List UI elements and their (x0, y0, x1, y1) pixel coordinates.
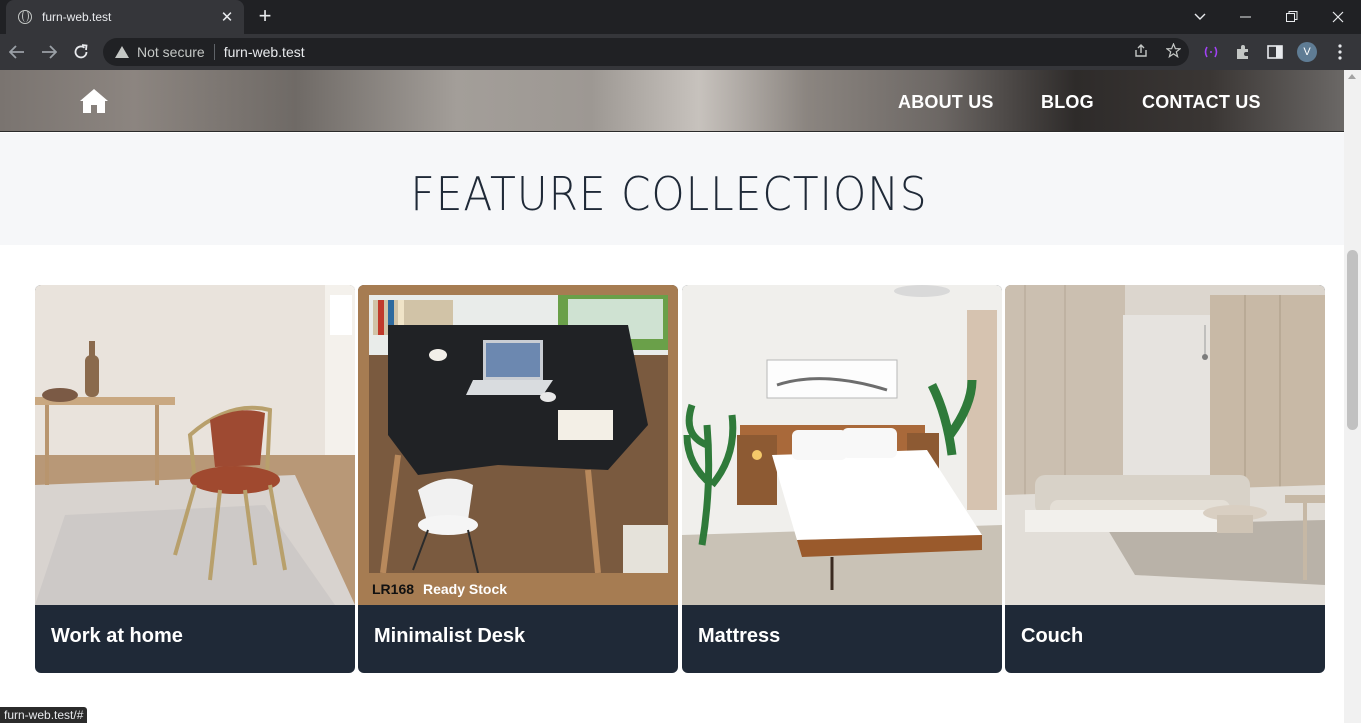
card-label[interactable]: Minimalist Desk (374, 625, 525, 648)
card-label[interactable]: Mattress (698, 625, 780, 648)
nav-blog[interactable]: BLOG (1041, 92, 1094, 113)
card-label[interactable]: Work at home (51, 625, 183, 648)
browser-tab[interactable]: furn-web.test ✕ (6, 0, 244, 34)
tab-close-icon[interactable]: ✕ (216, 8, 238, 26)
warning-icon (115, 46, 129, 58)
new-tab-button[interactable]: + (254, 4, 276, 30)
mattress-image (682, 285, 1002, 605)
scroll-thumb[interactable] (1347, 250, 1358, 430)
page-scrollbar[interactable] (1344, 70, 1361, 723)
page-viewport: ABOUT US BLOG CONTACT US FEATURE COLLECT… (0, 70, 1344, 723)
extensions-puzzle-icon[interactable] (1231, 40, 1255, 64)
reload-icon[interactable] (68, 39, 94, 65)
minimize-icon[interactable] (1223, 0, 1269, 34)
globe-icon (18, 10, 32, 24)
desk-badge-text: Ready Stock (423, 581, 507, 597)
close-window-icon[interactable] (1315, 0, 1361, 34)
collection-card-minimalist-desk[interactable]: LR168 Ready Stock Minimalist Desk (358, 285, 678, 673)
feature-section-header: FEATURE COLLECTIONS (0, 133, 1344, 245)
share-icon[interactable] (1125, 43, 1157, 61)
nav-contact-us[interactable]: CONTACT US (1142, 92, 1261, 113)
home-icon[interactable] (79, 88, 109, 114)
address-bar[interactable]: Not secure furn-web.test (103, 38, 1189, 66)
side-panel-icon[interactable] (1263, 40, 1287, 64)
work-at-home-image (35, 285, 355, 605)
browser-tab-bar: furn-web.test ✕ + (0, 0, 1361, 34)
url-text[interactable]: furn-web.test (224, 44, 1125, 60)
omnibox-divider (213, 44, 215, 60)
couch-image (1005, 285, 1325, 605)
restore-icon[interactable] (1269, 0, 1315, 34)
collection-card-mattress[interactable]: Mattress (682, 285, 1002, 673)
feature-title: FEATURE COLLECTIONS (410, 167, 928, 221)
profile-avatar[interactable]: V (1297, 42, 1317, 62)
site-header: ABOUT US BLOG CONTACT US (0, 70, 1344, 132)
tab-title: furn-web.test (42, 10, 112, 24)
extension-devtools-icon[interactable] (1199, 40, 1223, 64)
forward-icon[interactable] (36, 39, 62, 65)
tab-search-icon[interactable] (1177, 0, 1223, 34)
bookmark-star-icon[interactable] (1157, 42, 1189, 61)
link-status-tooltip: furn-web.test/# (0, 707, 88, 723)
collection-card-couch[interactable]: Couch (1005, 285, 1325, 673)
back-icon[interactable] (4, 39, 30, 65)
nav-about-us[interactable]: ABOUT US (898, 92, 994, 113)
card-label[interactable]: Couch (1021, 625, 1083, 648)
scroll-up-arrow-icon[interactable] (1348, 74, 1356, 79)
menu-kebab-icon[interactable] (1328, 40, 1352, 64)
collection-card-work-at-home[interactable]: Work at home (35, 285, 355, 673)
minimalist-desk-image: LR168 Ready Stock (358, 285, 678, 605)
security-label[interactable]: Not secure (137, 44, 205, 60)
browser-toolbar: Not secure furn-web.test V (0, 34, 1361, 70)
desk-badge-code: LR168 (372, 581, 414, 597)
